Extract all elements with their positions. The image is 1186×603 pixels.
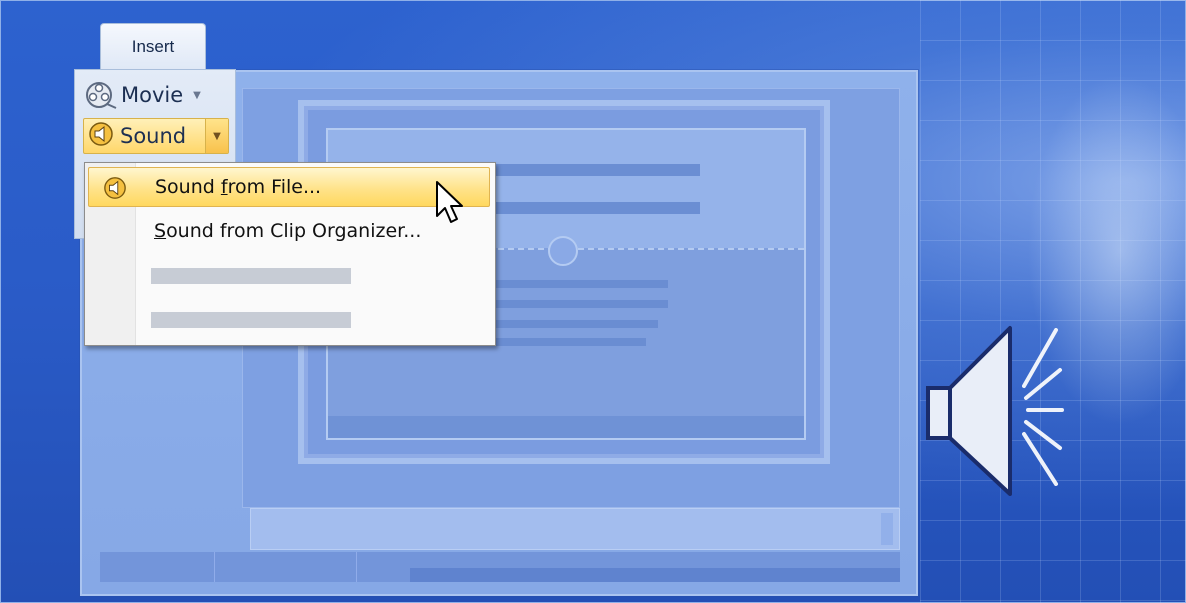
menu-item-label: Sound from Clip Organizer... — [154, 220, 422, 242]
status-bar — [100, 552, 900, 582]
sound-label: Sound — [120, 124, 187, 148]
film-reel-icon — [85, 80, 117, 110]
mouse-pointer-icon — [436, 181, 463, 223]
status-segment — [100, 552, 215, 582]
slide-footer-band — [328, 416, 804, 438]
movie-button[interactable]: Movie ▼ — [85, 78, 201, 112]
notes-scrollbar — [881, 513, 893, 545]
chevron-down-icon: ▼ — [193, 89, 201, 101]
tab-insert[interactable]: Insert — [100, 23, 206, 70]
menu-item-placeholder — [151, 312, 351, 328]
status-zoom-bar — [410, 568, 900, 582]
speaker-with-sound-waves-icon — [926, 326, 1064, 496]
chevron-down-icon: ▼ — [213, 130, 221, 142]
menu-item-label: Sound from File... — [155, 176, 322, 198]
tutorial-slide: Insert Movie ▼ Sound ▼ Sound from File..… — [0, 0, 1186, 603]
menu-item-sound-from-file[interactable]: Sound from File... — [88, 167, 490, 207]
menu-item-placeholder — [151, 268, 351, 284]
notes-pane — [250, 508, 900, 550]
speaker-icon — [103, 176, 127, 200]
speaker-icon — [88, 121, 116, 151]
sound-button[interactable]: Sound ▼ — [83, 118, 229, 154]
circle-handle — [548, 236, 578, 266]
menu-item-sound-from-clip-organizer[interactable]: Sound from Clip Organizer... — [88, 211, 490, 251]
sound-dropdown-button[interactable]: ▼ — [205, 119, 228, 153]
movie-label: Movie — [121, 83, 184, 107]
status-segment — [214, 552, 357, 582]
